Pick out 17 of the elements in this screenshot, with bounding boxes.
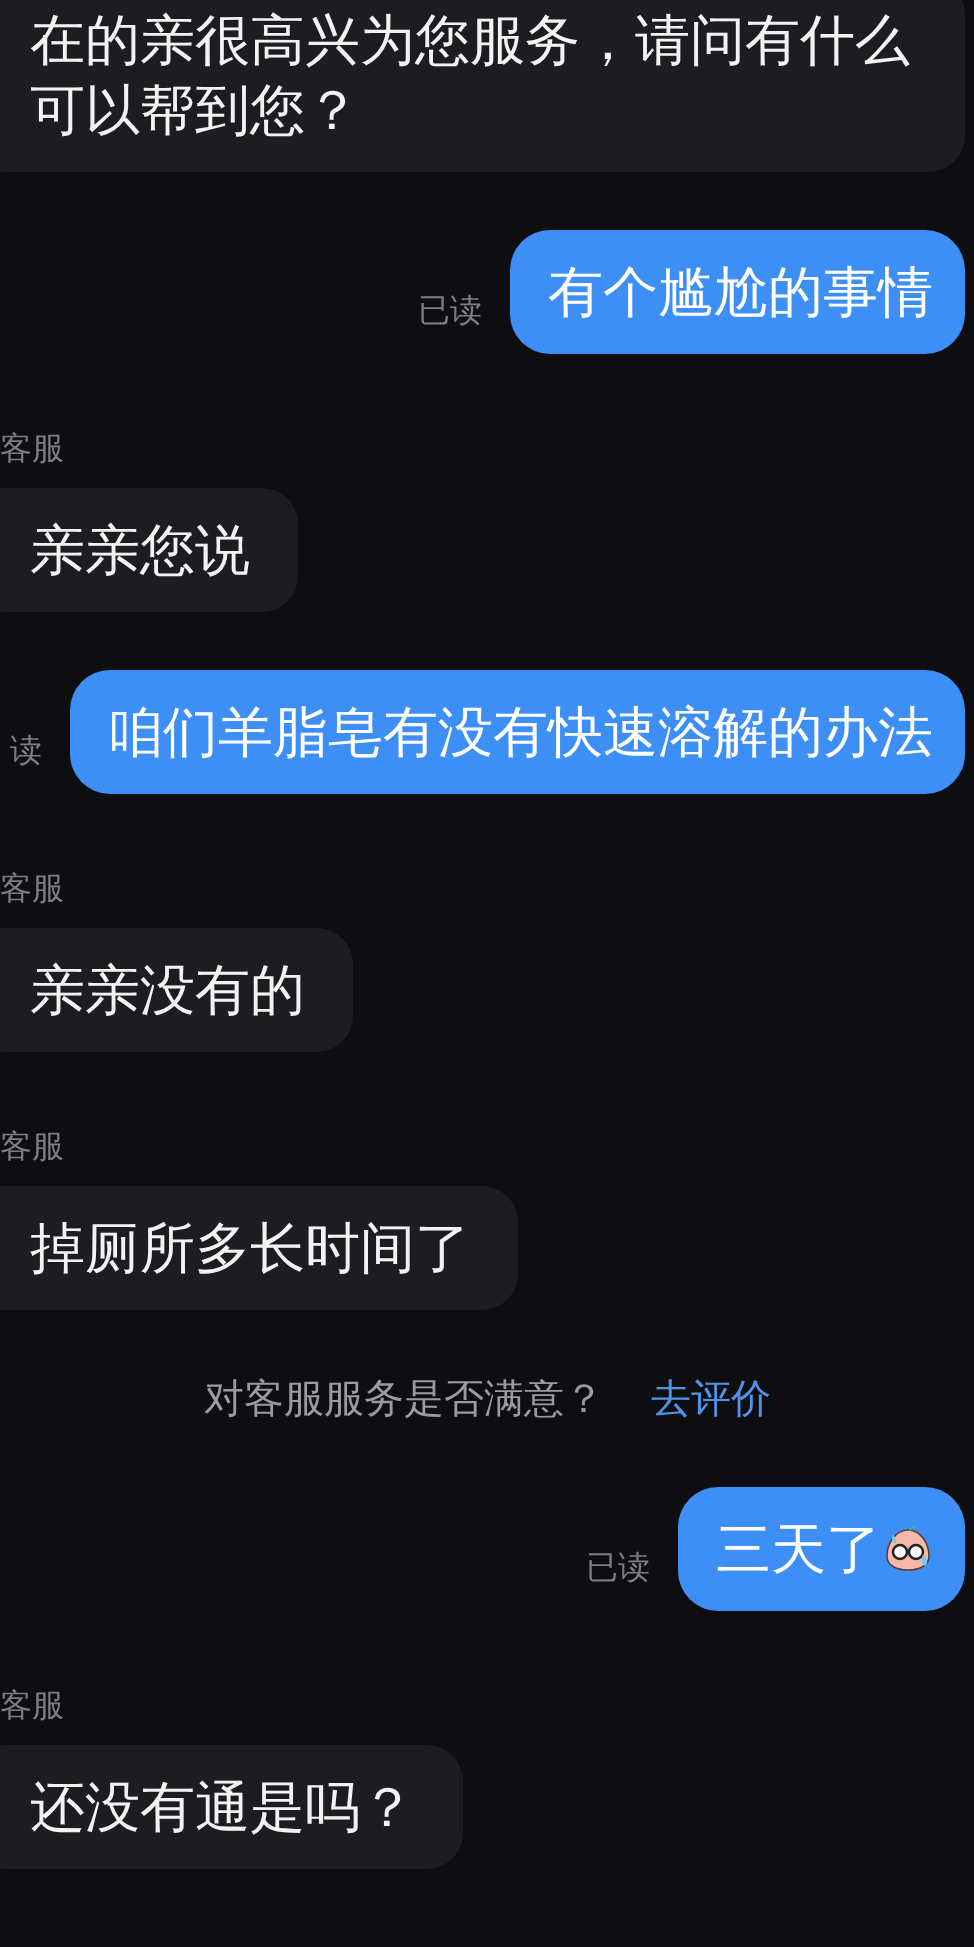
message-bubble: 亲亲您说 [0,488,298,612]
survey-question: 对客服服务是否满意？ [203,1378,604,1418]
message-bubble: 在的亲很高兴为您服务，请问有什么可以帮到您？ [0,0,965,172]
rate-link[interactable]: 去评价 [650,1378,771,1418]
message-bubble: 有个尴尬的事情 [510,230,965,354]
message-bubble: 亲亲没有的 [0,928,353,1052]
message-bubble: 咱们羊脂皂有没有快速溶解的办法 [70,670,965,794]
message-bubble: 三天了 [678,1487,965,1611]
message-bubble: 还没有通是吗？ [0,1745,463,1869]
read-receipt: 读 [10,730,42,770]
sender-label: 客服 [0,428,64,468]
read-receipt: 已读 [418,290,482,330]
sender-label: 客服 [0,1685,64,1725]
read-receipt: 已读 [586,1547,650,1587]
sender-label: 客服 [0,1126,64,1166]
message-bubble: 掉厕所多长时间了 [0,1186,518,1310]
sender-label: 客服 [0,868,64,908]
